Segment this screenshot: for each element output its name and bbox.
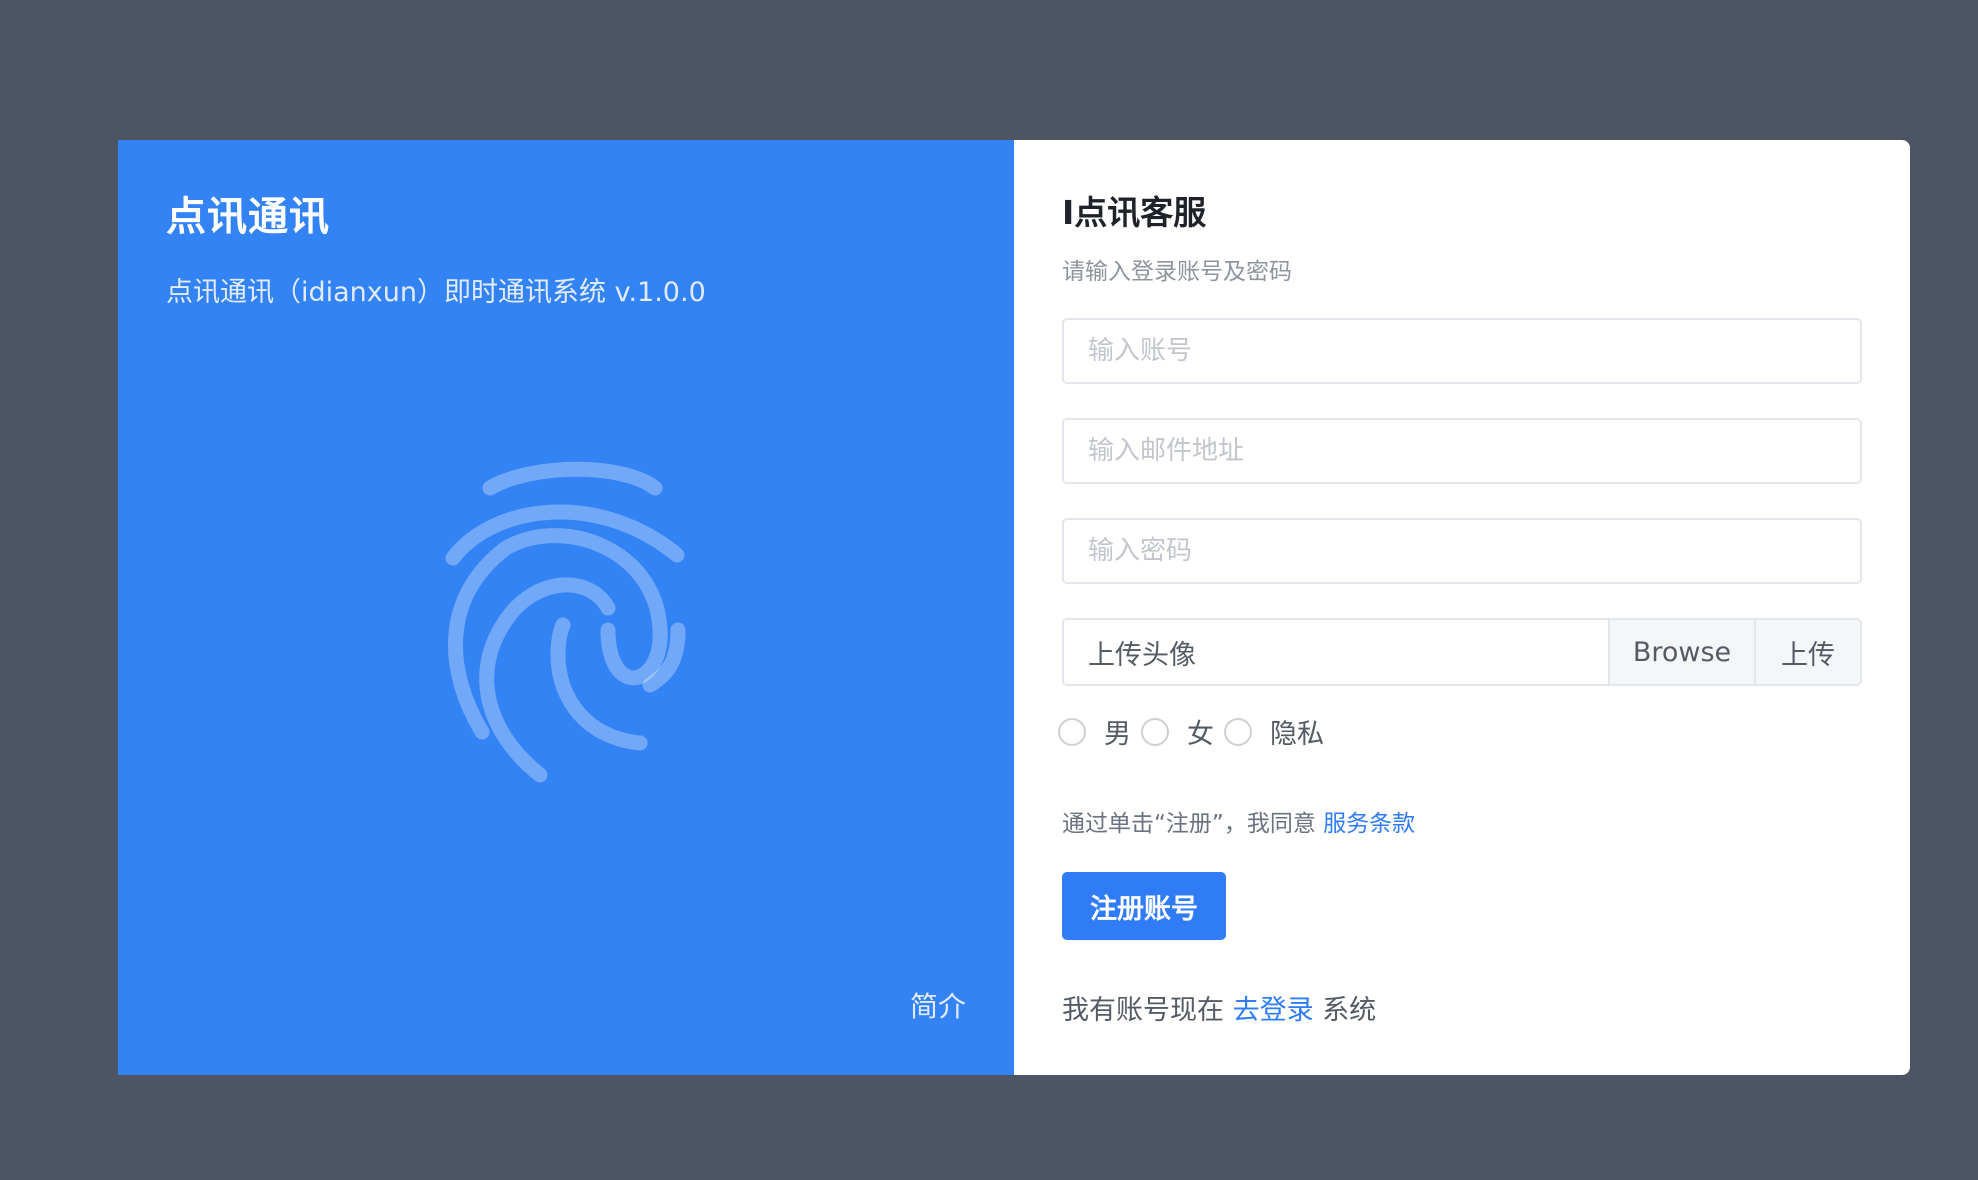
terms-text: 通过单击“注册”，我同意	[1062, 811, 1316, 837]
brand-subtitle: 点讯通讯（idianxun）即时通讯系统 v.1.0.0	[166, 277, 706, 308]
gender-radio-private[interactable]	[1224, 717, 1252, 746]
password-input[interactable]	[1062, 518, 1862, 584]
gender-label-female: 女	[1187, 719, 1214, 750]
brand-panel: 点讯通讯 点讯通讯（idianxun）即时通讯系统 v.1.0.0 简介	[118, 140, 1014, 1075]
intro-link[interactable]: 简介	[910, 985, 966, 1025]
register-card: 点讯通讯 点讯通讯（idianxun）即时通讯系统 v.1.0.0 简介 I点讯…	[118, 140, 1910, 1075]
avatar-file-label[interactable]: 上传头像	[1064, 620, 1608, 684]
register-button[interactable]: 注册账号	[1062, 872, 1226, 940]
form-subtitle: 请输入登录账号及密码	[1062, 259, 1292, 285]
account-input[interactable]	[1062, 318, 1862, 384]
login-suffix: 系统	[1322, 995, 1377, 1026]
upload-button[interactable]: 上传	[1754, 620, 1860, 684]
gender-radio-group: 男 女 隐私	[1058, 712, 1334, 751]
login-prefix: 我有账号现在	[1062, 995, 1224, 1026]
fingerprint-icon	[445, 461, 686, 783]
email-input[interactable]	[1062, 418, 1862, 484]
terms-of-service-link[interactable]: 服务条款	[1323, 811, 1415, 837]
register-form-panel: I点讯客服 请输入登录账号及密码 上传头像 Browse 上传 男 女 隐私 通…	[1014, 140, 1910, 1075]
login-prompt: 我有账号现在 去登录 系统	[1062, 988, 1376, 1027]
avatar-upload-field: 上传头像 Browse 上传	[1062, 618, 1862, 686]
gender-radio-female[interactable]	[1141, 717, 1169, 746]
gender-label-private: 隐私	[1270, 719, 1324, 750]
terms-statement: 通过单击“注册”，我同意 服务条款	[1062, 804, 1415, 838]
gender-radio-male[interactable]	[1058, 717, 1086, 746]
login-link[interactable]: 去登录	[1233, 995, 1314, 1026]
gender-label-male: 男	[1104, 719, 1131, 750]
brand-title: 点讯通讯	[166, 194, 330, 240]
form-title: I点讯客服	[1062, 193, 1207, 232]
browse-button[interactable]: Browse	[1608, 620, 1754, 684]
